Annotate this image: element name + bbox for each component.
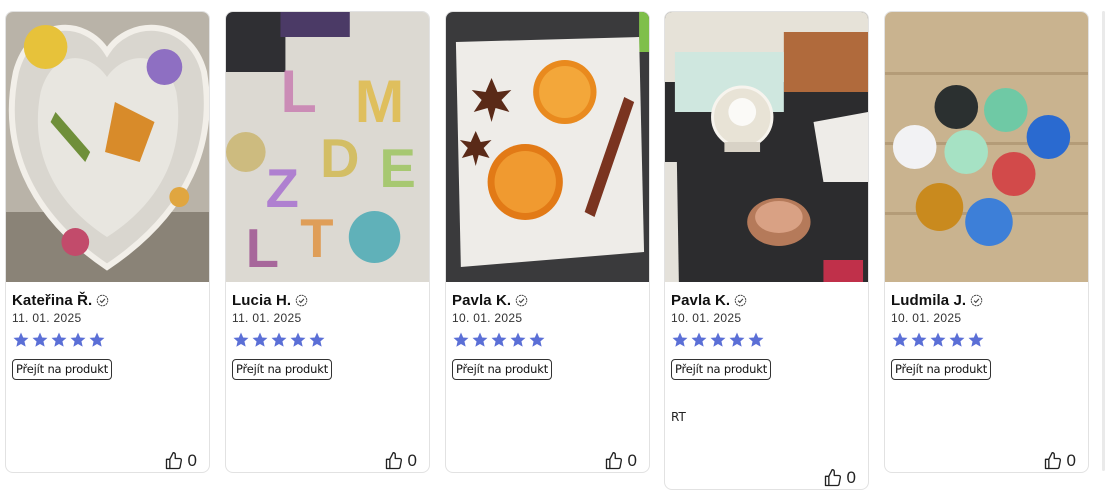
like-count: 0 xyxy=(407,451,417,470)
review-photo-dandelion-globe[interactable] xyxy=(665,12,868,282)
svg-text:T: T xyxy=(300,207,333,269)
review-photo-heart-resin-dish[interactable] xyxy=(6,12,209,282)
review-date: 10. 01. 2025 xyxy=(452,311,523,325)
like-count: 0 xyxy=(1066,451,1076,470)
like-count: 0 xyxy=(627,451,637,470)
star-icon xyxy=(252,332,268,347)
go-to-product-button[interactable]: Přejít na produkt xyxy=(232,359,332,380)
star-icon xyxy=(51,332,67,347)
star-icon xyxy=(510,332,526,347)
svg-text:Z: Z xyxy=(266,157,299,219)
svg-text:D: D xyxy=(320,127,359,189)
go-to-product-button[interactable]: Přejít na produkt xyxy=(891,359,991,380)
star-icon xyxy=(13,332,29,347)
star-icon xyxy=(949,332,965,347)
like-button[interactable]: 0 xyxy=(823,468,856,488)
star-icon xyxy=(710,332,726,347)
reviewer-name: Pavla K. xyxy=(671,291,731,309)
review-date: 10. 01. 2025 xyxy=(671,311,742,325)
thumbs-up-icon xyxy=(1044,452,1061,470)
star-icon xyxy=(911,332,927,347)
verified-check-icon xyxy=(97,294,109,306)
star-icon xyxy=(892,332,908,347)
review-card: Pavla K. 10. 01. 2025 Přejít na produkt … xyxy=(445,11,650,473)
reviewer-name: Ludmila J. xyxy=(891,291,967,309)
go-to-product-button[interactable]: Přejít na produkt xyxy=(12,359,112,380)
star-icon xyxy=(309,332,325,347)
star-rating xyxy=(671,331,862,349)
reviewer-name: Pavla K. xyxy=(452,291,512,309)
star-icon xyxy=(472,332,488,347)
like-count: 0 xyxy=(187,451,197,470)
review-card: L M D E Z L T Lucia H. 11. 01. 2025 Přej… xyxy=(225,11,430,473)
like-button[interactable]: 0 xyxy=(384,451,417,471)
star-icon xyxy=(748,332,764,347)
like-button[interactable]: 0 xyxy=(1043,451,1076,471)
verified-check-icon xyxy=(970,294,983,306)
thumbs-up-icon xyxy=(605,452,622,470)
go-to-product-button[interactable]: Přejít na produkt xyxy=(671,359,771,380)
review-photo-paw-soaps[interactable] xyxy=(885,12,1088,282)
like-button[interactable]: 0 xyxy=(164,451,197,471)
review-date: 10. 01. 2025 xyxy=(891,311,962,325)
review-photo-resin-letters[interactable]: L M D E Z L T xyxy=(226,12,429,282)
star-rating xyxy=(232,331,423,349)
star-icon xyxy=(729,332,745,347)
svg-text:L: L xyxy=(280,58,316,125)
go-to-product-button[interactable]: Přejít na produkt xyxy=(452,359,552,380)
reviewer-name: Kateřina Ř. xyxy=(12,291,93,309)
star-icon xyxy=(691,332,707,347)
star-icon xyxy=(290,332,306,347)
star-rating xyxy=(12,331,203,349)
star-icon xyxy=(271,332,287,347)
thumbs-up-icon xyxy=(385,452,402,470)
like-count: 0 xyxy=(846,468,856,487)
star-icon xyxy=(529,332,545,347)
star-icon xyxy=(233,332,249,347)
review-card: Kateřina Ř. 11. 01. 2025 Přejít na produ… xyxy=(5,11,210,473)
star-icon xyxy=(968,332,984,347)
verified-check-icon xyxy=(734,294,747,306)
like-button[interactable]: 0 xyxy=(604,451,637,471)
svg-text:E: E xyxy=(379,137,415,199)
thumbs-up-icon xyxy=(824,469,841,487)
review-card: Pavla K. 10. 01. 2025 Přejít na produkt … xyxy=(664,11,869,490)
star-rating xyxy=(452,331,643,349)
star-rating xyxy=(891,331,1082,349)
review-date: 11. 01. 2025 xyxy=(12,311,82,325)
star-icon xyxy=(930,332,946,347)
thumbs-up-icon xyxy=(165,452,182,470)
review-date: 11. 01. 2025 xyxy=(232,311,302,325)
review-card: Ludmila J. 10. 01. 2025 Přejít na produk… xyxy=(884,11,1089,473)
star-icon xyxy=(32,332,48,347)
star-icon xyxy=(89,332,105,347)
reviewer-name: Lucia H. xyxy=(232,291,292,309)
review-photo-dried-orange-tray[interactable] xyxy=(446,12,649,282)
verified-check-icon xyxy=(515,294,528,306)
svg-text:M: M xyxy=(355,68,404,135)
star-icon xyxy=(70,332,86,347)
star-icon xyxy=(491,332,507,347)
star-icon xyxy=(453,332,469,347)
verified-check-icon xyxy=(295,294,308,306)
review-comment: RT xyxy=(671,410,686,424)
svg-text:L: L xyxy=(246,217,279,279)
star-icon xyxy=(672,332,688,347)
